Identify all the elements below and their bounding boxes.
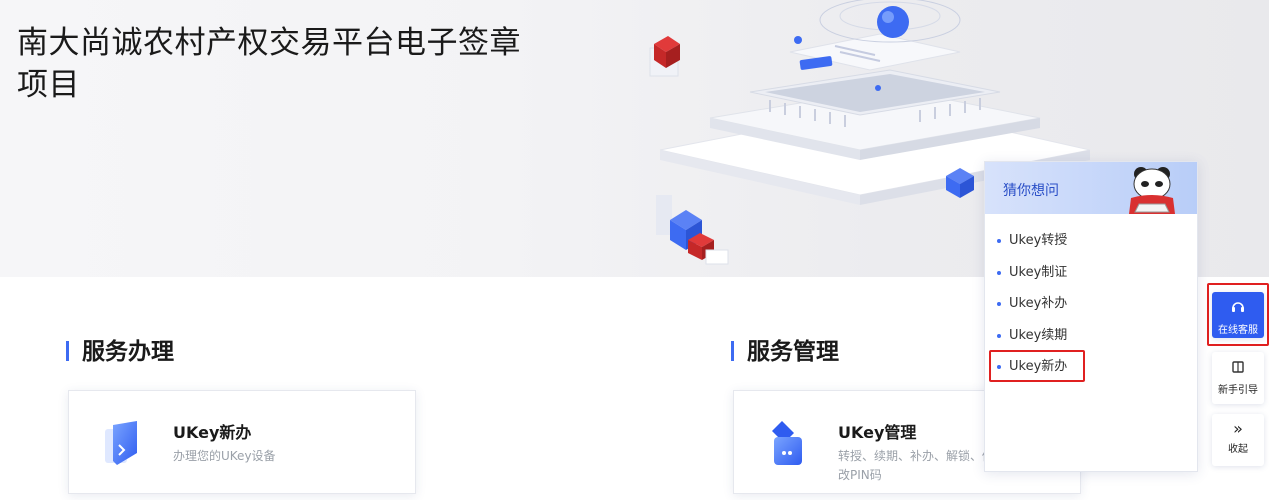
card-description: 转授、续期、补办、解锁、修改PIN码 xyxy=(838,449,995,482)
faq-item-transfer[interactable]: Ukey转授 xyxy=(985,228,1197,260)
ukey-new-card[interactable]: UKey新办 办理您的UKey设备 xyxy=(68,390,416,494)
ukey-icon xyxy=(105,421,137,465)
card-description: 办理您的UKey设备 xyxy=(173,449,276,463)
headset-icon xyxy=(1212,300,1264,317)
faq-panel: 猜你想问 Ukey转授 Ukey制证 Ukey补办 Ukey续期 Ukey新办 xyxy=(984,161,1198,472)
faq-panel-title: 猜你想问 xyxy=(1003,183,1059,199)
card-title: UKey管理 xyxy=(838,423,917,442)
collapse-label: 收起 xyxy=(1228,444,1248,455)
panda-mascot-icon xyxy=(1129,167,1175,214)
faq-item-new[interactable]: Ukey新办 xyxy=(985,350,1197,386)
beginner-guide-label: 新手引导 xyxy=(1218,385,1258,396)
bullet-dot xyxy=(997,270,1001,275)
faq-panel-header: 猜你想问 xyxy=(985,162,1197,214)
faq-item-label: Ukey续期 xyxy=(1009,327,1068,343)
faq-item-label: Ukey补办 xyxy=(1009,296,1068,311)
bullet-dot xyxy=(997,365,1001,369)
section-accent-bar xyxy=(731,341,734,361)
section-accent-bar xyxy=(66,341,69,361)
section-title-text: 服务办理 xyxy=(82,339,174,365)
faq-item-label: Ukey转授 xyxy=(1009,233,1068,248)
faq-list: Ukey转授 Ukey制证 Ukey补办 Ukey续期 Ukey新办 xyxy=(985,228,1197,386)
bullet-dot xyxy=(997,239,1001,243)
section-title-service-management: 服务管理 xyxy=(731,332,839,366)
section-title-service-handling: 服务办理 xyxy=(66,332,174,366)
faq-item-label: Ukey制证 xyxy=(1009,264,1068,280)
section-title-text: 服务管理 xyxy=(747,339,839,365)
bullet-dot xyxy=(997,302,1001,306)
card-title: UKey新办 xyxy=(173,423,252,442)
online-service-label: 在线客服 xyxy=(1218,325,1258,336)
book-icon xyxy=(1212,360,1264,377)
highlight-box xyxy=(989,350,1085,382)
ukey-manage-icon xyxy=(772,421,802,465)
page-title: 南大尚诚农村产权交易平台电子签章项目 xyxy=(17,25,521,103)
double-chevron-right-icon: » xyxy=(1233,419,1243,438)
bullet-dot xyxy=(997,333,1001,338)
collapse-button[interactable]: » 收起 xyxy=(1212,414,1264,466)
faq-item-reissue[interactable]: Ukey补办 xyxy=(985,291,1197,323)
faq-item-issue-cert[interactable]: Ukey制证 xyxy=(985,260,1197,292)
beginner-guide-button[interactable]: 新手引导 xyxy=(1212,352,1264,404)
online-service-button[interactable]: 在线客服 xyxy=(1212,292,1264,338)
